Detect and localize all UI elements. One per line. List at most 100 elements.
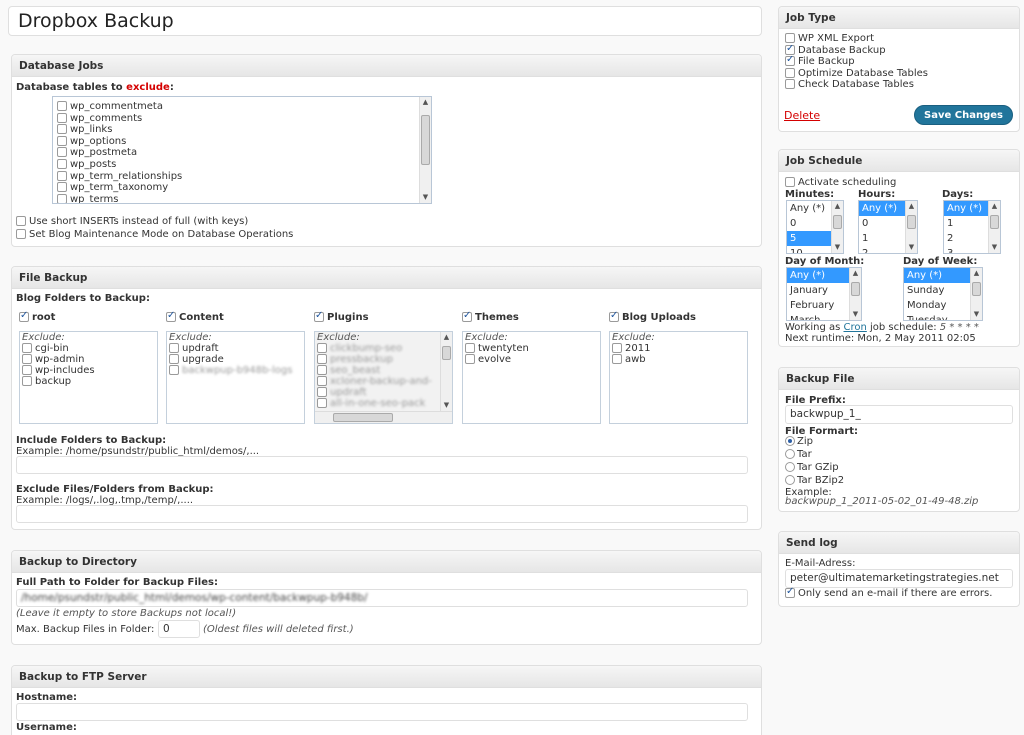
format-option[interactable]: Tar [785,448,844,461]
checkbox[interactable] [166,310,176,322]
checkbox[interactable] [57,135,67,146]
checkbox[interactable] [785,586,795,598]
checkbox[interactable] [317,398,327,408]
folder-item[interactable]: backup [20,376,157,387]
job-type-option[interactable]: Check Database Tables [785,79,928,91]
folder-item[interactable]: wp-includes [20,365,157,376]
errors-only-option[interactable]: Only send an e-mail if there are errors. [785,586,992,599]
checkbox[interactable] [612,343,622,353]
checkbox[interactable] [314,310,324,322]
folder-item[interactable]: upgrade [167,354,304,365]
list-option[interactable]: Any (*) [787,201,831,216]
list-option[interactable]: March [787,313,849,320]
list-option[interactable]: 2 [944,231,988,246]
checkbox[interactable] [785,56,795,67]
days-listbox[interactable]: Any (*) 1 2 3 ▲ ▼ [943,200,1001,254]
checkbox[interactable] [785,44,795,55]
folder-item[interactable]: updraft [167,343,304,354]
checkbox[interactable] [169,343,179,353]
format-option[interactable]: Tar BZip2 [785,474,844,487]
list-option[interactable]: 5 [787,231,831,246]
list-option[interactable]: Any (*) [787,268,849,283]
folder-column-header[interactable]: root [19,310,55,323]
table-item[interactable]: wp_term_taxonomy [57,182,431,194]
table-item[interactable]: wp_links [57,124,431,136]
checkbox[interactable] [16,216,26,226]
checkbox[interactable] [57,170,67,181]
table-item[interactable]: wp_posts [57,158,431,171]
table-item[interactable]: wp_commentmeta [57,101,431,113]
list-option[interactable]: January [787,283,849,298]
list-option[interactable]: 0 [787,216,831,231]
list-option[interactable]: 3 [944,246,988,253]
scrollbar[interactable]: ▲ ▼ [849,268,861,320]
folder-item[interactable]: twentyten [463,343,600,354]
checkbox[interactable] [785,177,795,187]
checkbox[interactable] [609,310,619,322]
checkbox[interactable] [16,229,26,239]
tables-listbox[interactable]: wp_commentmeta wp_comments wp_links wp_opti… [52,96,432,204]
folder-item[interactable]: clickbump-seo [315,343,452,354]
list-option[interactable]: 2 [859,246,905,253]
checkbox[interactable] [57,101,67,111]
table-item[interactable]: wp_postmeta [57,147,431,159]
checkbox[interactable] [57,182,67,193]
folder-exclude-list[interactable]: Exclude: clickbump-seo pressbackup seo_beas… [314,331,453,424]
scrollbar[interactable]: ▲ ▼ [905,201,917,253]
file-prefix-input[interactable]: backwpup_1_ [785,405,1013,424]
scrollbar[interactable]: ▲ ▼ [831,201,843,253]
folder-column-header[interactable]: Blog Uploads [609,310,696,323]
list-option[interactable]: 0 [859,216,905,231]
table-item[interactable]: wp_terms [57,193,431,203]
checkbox[interactable] [317,354,327,364]
list-option[interactable]: 10 [787,246,831,253]
list-option[interactable]: Tuesday [904,313,970,320]
job-type-option[interactable]: WP XML Export [785,33,928,45]
checkbox[interactable] [465,354,475,364]
backup-path-input[interactable]: /home/psundstr/public_html/demos/wp-cont… [16,589,748,607]
checkbox[interactable] [317,387,327,397]
radio[interactable] [785,436,795,446]
folder-item[interactable]: pressbackup [315,354,452,365]
max-files-input[interactable]: 0 [158,620,200,638]
folder-item[interactable]: xcloner-backup-and- [315,376,452,387]
list-option[interactable]: 1 [944,216,988,231]
folder-exclude-list[interactable]: Exclude: twentyten evolve [462,331,601,424]
list-option[interactable]: Any (*) [944,201,988,216]
folder-column-header[interactable]: Themes [462,310,519,323]
checkbox[interactable] [22,343,32,353]
folder-exclude-list[interactable]: Exclude: 2011 awb [609,331,748,424]
checkbox[interactable] [785,33,795,43]
format-option[interactable]: Zip [785,435,844,448]
radio[interactable] [785,462,795,472]
checkbox[interactable] [57,147,67,158]
horizontal-scrollbar[interactable] [315,411,452,423]
checkbox[interactable] [317,365,327,375]
email-input[interactable]: peter@ultimatemarketingstrategies.net [785,569,1013,588]
hours-listbox[interactable]: Any (*) 0 1 2 ▲ ▼ [858,200,918,254]
scrollbar[interactable]: ▲ ▼ [419,97,431,203]
scrollbar[interactable]: ▲ ▼ [440,332,452,411]
day-of-week-listbox[interactable]: Any (*) Sunday Monday Tuesday ▲ ▼ [903,267,983,321]
checkbox[interactable] [785,67,795,78]
checkbox[interactable] [317,376,327,386]
list-option[interactable]: Sunday [904,283,970,298]
folder-exclude-list[interactable]: Exclude: cgi-bin wp-admin wp-includes backup [19,331,158,424]
short-inserts-option[interactable]: Use short INSERTs instead of full (with … [16,216,248,227]
job-type-option[interactable]: Database Backup [785,44,928,57]
folder-exclude-list[interactable]: Exclude: updraft upgrade backwpup-b948b-log… [166,331,305,424]
format-option[interactable]: Tar GZip [785,461,844,474]
folder-item[interactable]: all-in-one-seo-pack [315,398,452,409]
day-of-month-listbox[interactable]: Any (*) January February March ▲ ▼ [786,267,862,321]
checkbox[interactable] [169,365,179,375]
exclude-files-input[interactable] [16,505,748,523]
radio[interactable] [785,475,795,485]
folder-item[interactable]: awb [610,354,747,365]
folder-item[interactable]: cgi-bin [20,343,157,354]
checkbox[interactable] [785,79,795,90]
checkbox[interactable] [22,354,32,364]
include-folders-input[interactable] [16,456,748,474]
folder-column-header[interactable]: Content [166,310,224,323]
list-option[interactable]: February [787,298,849,313]
folder-item[interactable]: backwpup-b948b-logs [167,365,304,376]
